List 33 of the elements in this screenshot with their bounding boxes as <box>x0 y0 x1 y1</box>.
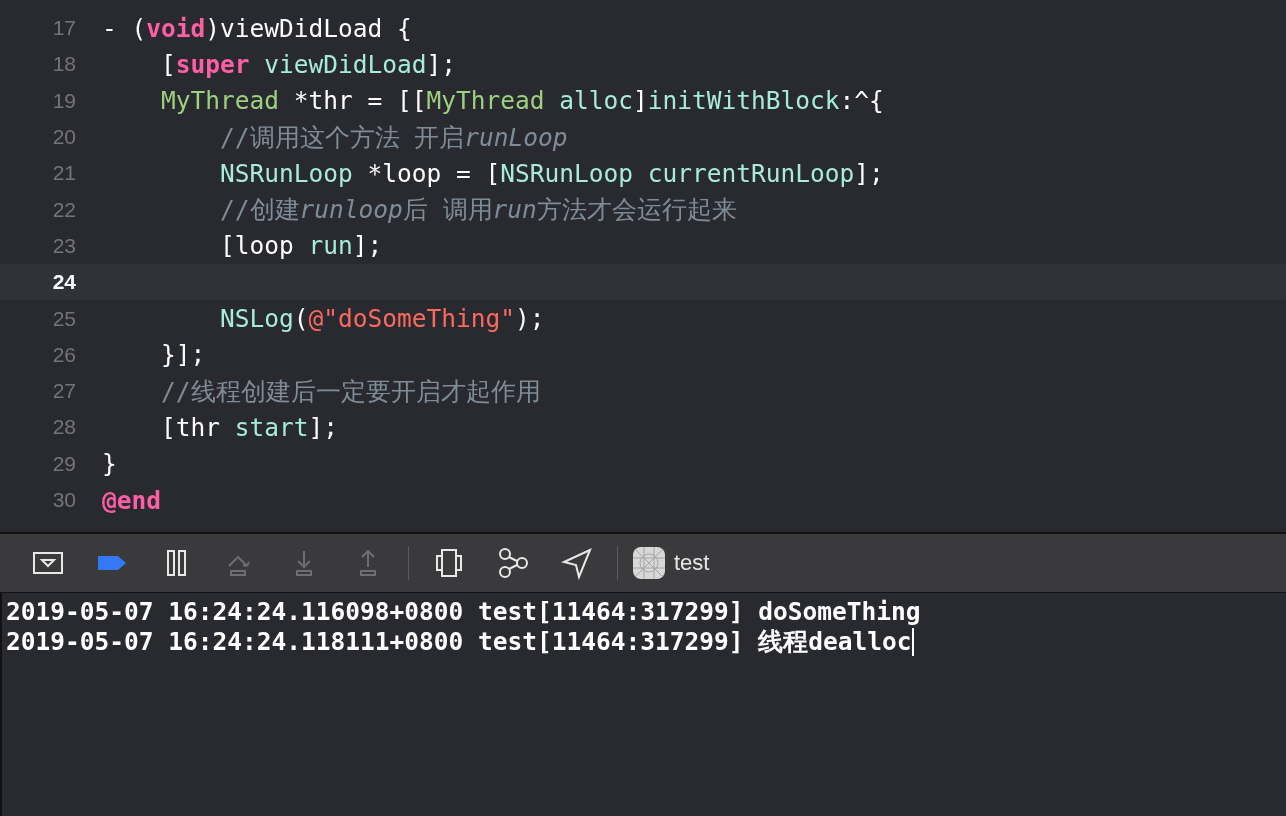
code-line: }]; <box>160 340 206 370</box>
line-number: 25 <box>51 306 76 331</box>
line-number: 23 <box>51 233 76 258</box>
target-selector[interactable]: test <box>626 546 716 580</box>
code-line: [super viewDidLoad]; <box>160 49 457 79</box>
line-number: 18 <box>51 52 76 77</box>
line-number: 24 <box>51 270 76 295</box>
code-line: [loop run]; <box>219 231 383 261</box>
code-line: @end <box>102 485 161 515</box>
code-line: //创建runloop后 调用run方法才会运行起来 <box>219 194 737 227</box>
code-line: NSLog(@"doSomeThing"); <box>219 304 545 333</box>
code-line: //线程创建后一定要开启才起作用 <box>160 375 541 408</box>
app-icon <box>632 546 666 580</box>
line-number: 28 <box>51 415 76 440</box>
line-number: 30 <box>51 488 76 512</box>
console-line: 2019-05-07 16:24:24.116098+0800 test[11464:317299] doSomeThing <box>6 597 921 627</box>
line-number: 22 <box>51 197 76 222</box>
console-line: 2019-05-07 16:24:24.118111+0800 test[11464:317299] 线程dealloc <box>6 627 912 657</box>
code-line: //调用这个方法 开启 runLoop <box>219 121 568 154</box>
line-number: 29 <box>51 451 76 476</box>
line-number: 17 <box>51 16 76 41</box>
code-line: NSRunLoop *loop = [NSRunLoop currentRunLoop]; <box>219 158 884 188</box>
code-line: MyThread *thr = [[MyThread alloc]initWithBlock:^{ <box>160 86 884 116</box>
line-number: 26 <box>51 342 76 367</box>
line-number: 21 <box>51 161 76 186</box>
line-number: 20 <box>51 125 76 150</box>
line-number: 19 <box>51 88 76 113</box>
line-number: 27 <box>51 379 76 404</box>
code-line: } <box>102 449 117 479</box>
code-line: - (void)viewDidLoad { <box>102 13 412 43</box>
location-arrow-icon <box>560 546 594 580</box>
graph-nodes-icon <box>496 546 530 580</box>
code-line: [thr start]; <box>160 412 339 442</box>
